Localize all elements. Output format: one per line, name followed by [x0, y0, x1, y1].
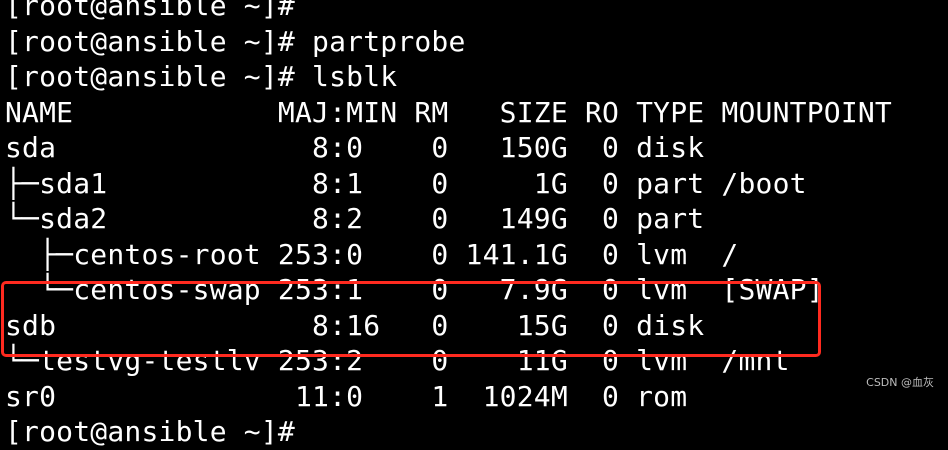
terminal-line-prompt-bottom: [root@ansible ~]#	[5, 415, 313, 448]
lsblk-row-centos-root: ├─centos-root 253:0 0 141.1G 0 lvm /	[5, 237, 739, 271]
lsblk-row-sda2: └─sda2 8:2 0 149G 0 part	[5, 202, 705, 235]
terminal-line-prompt-top: [root@ansible ~]#	[5, 0, 313, 22]
lsblk-row-sda: sda 8:0 0 150G 0 disk	[5, 131, 705, 164]
terminal-line-partprobe: [root@ansible ~]# partprobe	[5, 24, 466, 58]
lsblk-header: NAME MAJ:MIN RM SIZE RO TYPE MOUNTPOINT	[5, 95, 892, 129]
lsblk-row-sda1: ├─sda1 8:1 0 1G 0 part /boot	[5, 166, 807, 200]
lsblk-row-sr0: sr0 11:0 1 1024M 0 rom	[5, 379, 688, 413]
watermark: CSDN @血灰	[866, 376, 934, 389]
terminal-line-lsblk: [root@ansible ~]# lsblk	[5, 60, 398, 93]
terminal-output: [root@ansible ~]# [root@ansible ~]# part…	[0, 0, 948, 450]
highlight-box-sdb	[1, 281, 821, 357]
